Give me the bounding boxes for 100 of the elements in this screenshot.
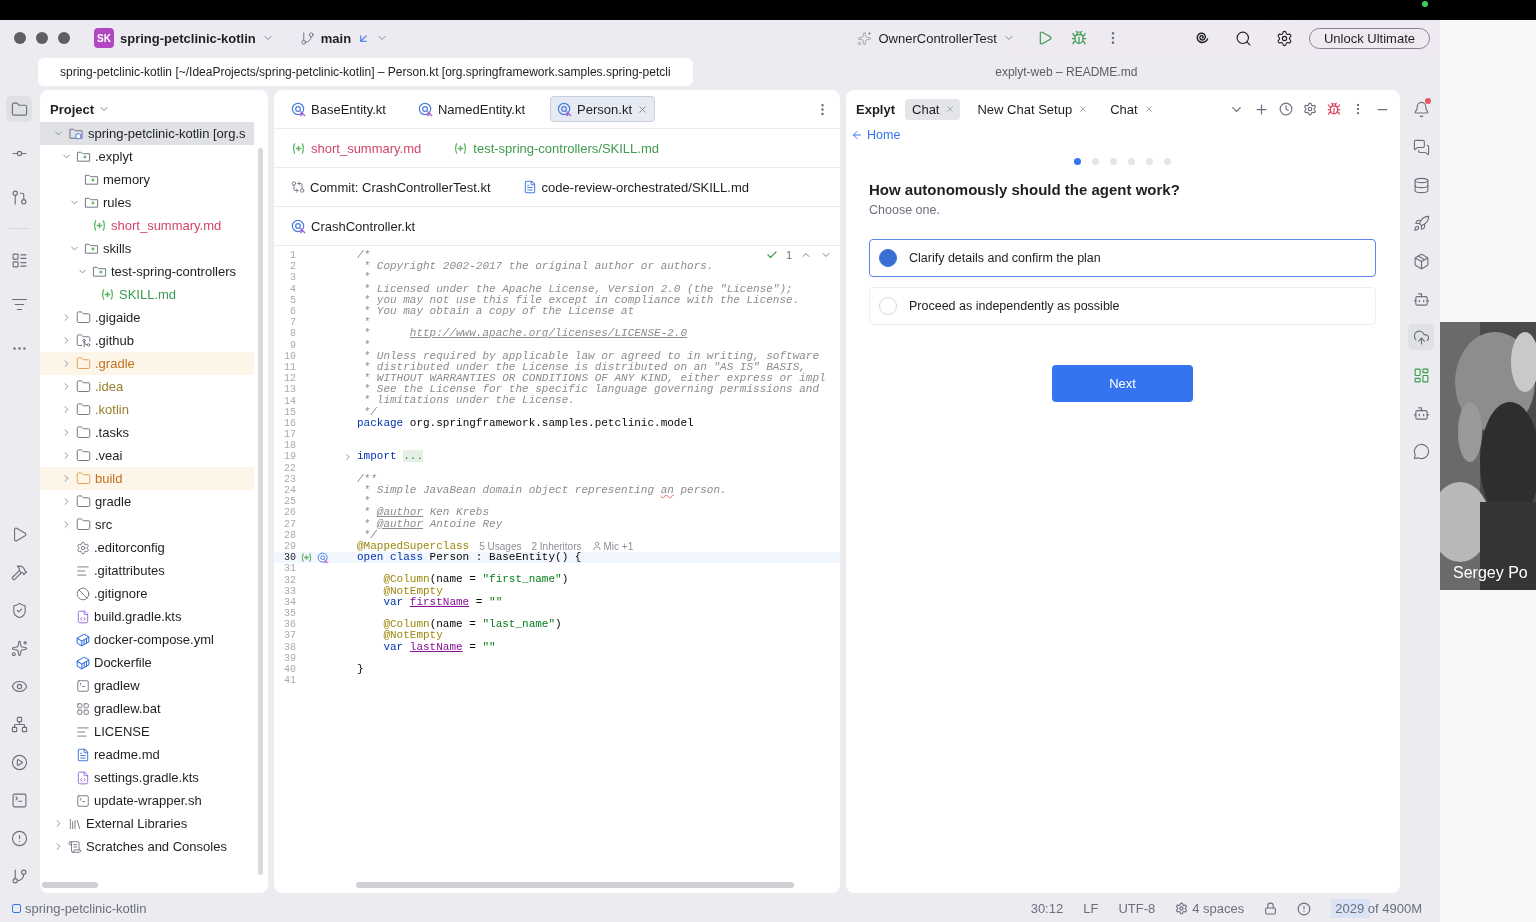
- editor-tab[interactable]: Person.kt: [550, 96, 655, 122]
- text-file-icon: [76, 724, 90, 739]
- window-tab[interactable]: explyt-web – README.md: [692, 58, 1440, 86]
- memory-indicator[interactable]: 2029 of 4900M: [1331, 899, 1426, 918]
- window-close-button[interactable]: [14, 32, 26, 44]
- run-config-name[interactable]: OwnerControllerTest: [878, 30, 997, 46]
- tree-item[interactable]: skills: [40, 237, 254, 260]
- window-tab[interactable]: spring-petclinic-kotlin [~/IdeaProjects/spring-petclinic-kotlin] – Person.kt [org.springframework.samples.spring-petcli: [38, 58, 693, 86]
- tree-item[interactable]: Dockerfile: [40, 651, 254, 674]
- tree-item[interactable]: Scratches and Consoles: [40, 835, 254, 858]
- add-icon[interactable]: [1254, 101, 1269, 117]
- back-arrow-icon: [851, 129, 863, 141]
- warning-icon[interactable]: [1297, 901, 1312, 916]
- editor-tab[interactable]: Commit: CrashControllerTest.kt: [284, 174, 498, 200]
- line-number: 30: [283, 552, 296, 564]
- fold-chevron-icon[interactable]: [343, 451, 353, 462]
- step-dot[interactable]: [1164, 158, 1171, 165]
- step-dot[interactable]: [1128, 158, 1135, 165]
- option-button[interactable]: Proceed as independently as possible: [869, 287, 1376, 325]
- line-number: 14: [283, 395, 296, 407]
- tree-item[interactable]: .gigaide: [40, 306, 254, 329]
- tree-item[interactable]: .idea: [40, 375, 254, 398]
- step-dot[interactable]: [1110, 158, 1117, 165]
- lock-icon[interactable]: [1264, 902, 1278, 915]
- run-config-icon: [857, 30, 873, 46]
- line-number: 34: [283, 596, 296, 608]
- inlay-hint[interactable]: 5 Usages: [479, 540, 522, 552]
- tree-item[interactable]: settings.gradle.kts: [40, 766, 254, 789]
- tree-item[interactable]: .tasks: [40, 421, 254, 444]
- bug-icon[interactable]: [1327, 102, 1341, 116]
- library-icon: [68, 816, 82, 831]
- search-icon[interactable]: [1234, 29, 1252, 47]
- kotlin-class-icon: [417, 101, 433, 117]
- implemented-marker-icon[interactable]: [317, 551, 329, 564]
- branch-name[interactable]: main: [320, 30, 352, 46]
- chat-tab[interactable]: Chat: [1103, 98, 1159, 120]
- tree-item[interactable]: .editorconfig: [40, 536, 254, 559]
- tree-item[interactable]: LICENSE: [40, 720, 254, 743]
- step-dot[interactable]: [1074, 158, 1081, 165]
- breadcrumb[interactable]: spring-petclinic-kotlin: [12, 901, 147, 916]
- tree-item[interactable]: gradlew.bat: [40, 697, 254, 720]
- tree-item[interactable]: .gradle: [40, 352, 254, 375]
- tree-item[interactable]: test-spring-controllers: [40, 260, 254, 283]
- settings-icon[interactable]: [1275, 29, 1293, 47]
- chat-tab[interactable]: New Chat Setup: [970, 98, 1094, 120]
- editor-tab[interactable]: BaseEntity.kt: [284, 96, 393, 122]
- close-icon[interactable]: [1143, 104, 1154, 114]
- tree-item[interactable]: .github: [40, 329, 254, 352]
- tree-item[interactable]: gradlew: [40, 674, 254, 697]
- close-icon[interactable]: [637, 103, 648, 115]
- editor-tab[interactable]: code-review-orchestrated/SKILL.md: [515, 174, 756, 200]
- line-ending[interactable]: LF: [1083, 901, 1099, 916]
- editor-tab[interactable]: CrashController.kt: [284, 213, 423, 239]
- tree-item[interactable]: rules: [40, 191, 254, 214]
- project-name[interactable]: spring-petclinic-kotlin: [120, 30, 256, 46]
- next-button[interactable]: Next: [1052, 365, 1193, 402]
- option-button[interactable]: Clarify details and confirm the plan: [869, 239, 1376, 277]
- radio-button[interactable]: [879, 249, 897, 267]
- code-line: * You may obtain a copy of the License at: [362, 305, 635, 317]
- indent-setting[interactable]: 4 spaces: [1175, 901, 1245, 916]
- tree-item[interactable]: build: [40, 467, 254, 490]
- editor-tab[interactable]: NamedEntity.kt: [410, 96, 533, 122]
- tree-item[interactable]: External Libraries: [40, 812, 254, 835]
- panel-title[interactable]: Project: [50, 101, 95, 117]
- editor-tab[interactable]: short_summary.md: [284, 135, 429, 161]
- inspection-count[interactable]: 1: [785, 249, 792, 261]
- window-minimize-button[interactable]: [36, 32, 48, 44]
- close-icon[interactable]: [1078, 104, 1089, 114]
- history-icon[interactable]: [1279, 102, 1293, 116]
- status-dot-icon: [1422, 1, 1428, 7]
- tree-item[interactable]: update-wrapper.sh: [40, 789, 254, 812]
- editor-tab[interactable]: test-spring-controllers/SKILL.md: [446, 135, 666, 161]
- tree-item[interactable]: spring-petclinic-kotlin [org.s: [40, 122, 254, 145]
- caret-position[interactable]: 30:12: [1030, 901, 1064, 916]
- step-dot[interactable]: [1092, 158, 1099, 165]
- tree-item[interactable]: .gitignore: [40, 582, 254, 605]
- tree-item[interactable]: memory: [40, 168, 254, 191]
- tree-item[interactable]: build.gradle.kts: [40, 605, 254, 628]
- tree-item[interactable]: .explyt: [40, 145, 254, 168]
- tree-item[interactable]: .gitattributes: [40, 559, 254, 582]
- tree-item[interactable]: readme.md: [40, 743, 254, 766]
- window-zoom-button[interactable]: [58, 32, 70, 44]
- step-dot[interactable]: [1146, 158, 1153, 165]
- tree-item[interactable]: src: [40, 513, 254, 536]
- url-link[interactable]: http://www.apache.org/licenses/LICENSE-2.0: [409, 327, 688, 340]
- code-line: var firstName = "": [382, 596, 503, 608]
- added-marker-icon[interactable]: [300, 552, 313, 564]
- tree-item[interactable]: .kotlin: [40, 398, 254, 421]
- chat-tab[interactable]: Chat: [905, 98, 961, 120]
- tree-item[interactable]: docker-compose.yml: [40, 628, 254, 651]
- debug-icon[interactable]: [1070, 30, 1087, 46]
- encoding[interactable]: UTF-8: [1118, 901, 1156, 916]
- scratches-icon: [68, 839, 82, 854]
- tree-item[interactable]: .veai: [40, 444, 254, 467]
- panel-title[interactable]: Explyt: [856, 101, 895, 117]
- tree-item[interactable]: SKILL.md: [40, 283, 254, 306]
- home-link[interactable]: Home: [851, 128, 1400, 142]
- tree-item[interactable]: short_summary.md: [40, 214, 254, 237]
- code-line: @NotEmpty: [382, 585, 443, 597]
- tree-item[interactable]: gradle: [40, 490, 254, 513]
